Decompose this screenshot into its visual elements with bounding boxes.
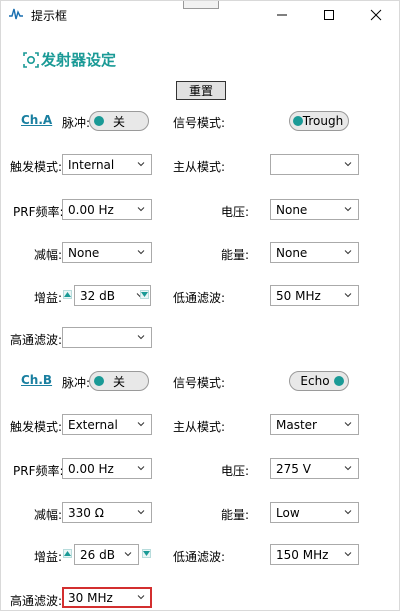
energy-label-a: 能量: bbox=[221, 248, 250, 262]
master-slave-select-b[interactable]: Master bbox=[270, 414, 359, 435]
highpass-select-b[interactable]: 30 MHz bbox=[62, 587, 152, 608]
gain-select-b[interactable]: 26 dB bbox=[74, 544, 139, 565]
minimize-button[interactable] bbox=[259, 1, 305, 28]
chevron-down-icon bbox=[137, 335, 145, 340]
trigger-mode-select-a[interactable]: Internal bbox=[62, 154, 152, 175]
signal-mode-toggle-b[interactable]: Echo bbox=[289, 371, 349, 391]
toggle-knob bbox=[334, 376, 344, 386]
gain-decrease-button-b[interactable] bbox=[63, 549, 72, 558]
prf-select-b[interactable]: 0.00 Hz bbox=[62, 458, 152, 479]
highpass-label-b: 高通滤波: bbox=[10, 594, 63, 608]
triangle-down-icon bbox=[143, 551, 150, 556]
master-slave-select-a[interactable] bbox=[270, 154, 359, 175]
chevron-down-icon bbox=[344, 422, 352, 427]
attenuation-select-b[interactable]: 330 Ω bbox=[62, 502, 152, 523]
chevron-down-icon bbox=[344, 510, 352, 515]
triangle-up-icon bbox=[64, 292, 71, 297]
highpass-select-a[interactable] bbox=[62, 327, 152, 348]
toggle-knob bbox=[94, 116, 104, 126]
pulse-label-a: 脉冲: bbox=[62, 116, 91, 130]
chevron-down-icon bbox=[137, 595, 145, 600]
toggle-knob bbox=[94, 376, 104, 386]
prf-select-a[interactable]: 0.00 Hz bbox=[62, 199, 152, 220]
master-slave-label-a: 主从模式: bbox=[173, 160, 226, 174]
attenuation-label-a: 减幅: bbox=[34, 248, 63, 262]
trigger-mode-select-b[interactable]: External bbox=[62, 414, 152, 435]
lowpass-label-a: 低通滤波: bbox=[173, 291, 226, 305]
voltage-select-b[interactable]: 275 V bbox=[270, 458, 359, 479]
attenuation-select-a[interactable]: None bbox=[62, 242, 152, 263]
chevron-down-icon bbox=[124, 552, 132, 557]
heading-title: 发射器设定 bbox=[41, 51, 117, 69]
voltage-label-a: 电压: bbox=[221, 205, 250, 219]
channel-b-label[interactable]: Ch.B bbox=[21, 373, 52, 387]
chevron-down-icon bbox=[344, 250, 352, 255]
gain-label-a: 增益: bbox=[34, 291, 63, 305]
attenuation-label-b: 减幅: bbox=[34, 508, 63, 522]
prf-label-a: PRF频率: bbox=[13, 205, 64, 219]
chevron-down-icon bbox=[137, 162, 145, 167]
toggle-knob bbox=[293, 116, 303, 126]
chevron-down-icon bbox=[344, 162, 352, 167]
gain-increase-button-b[interactable] bbox=[142, 549, 151, 558]
maximize-icon bbox=[324, 9, 334, 20]
chevron-down-icon bbox=[137, 422, 145, 427]
chevron-down-icon bbox=[137, 510, 145, 515]
signal-mode-toggle-a[interactable]: Trough bbox=[289, 111, 349, 131]
pulse-toggle-a[interactable]: 关 bbox=[89, 111, 149, 131]
maximize-button[interactable] bbox=[306, 1, 352, 28]
master-slave-label-b: 主从模式: bbox=[173, 420, 226, 434]
energy-label-b: 能量: bbox=[221, 508, 250, 522]
close-icon bbox=[370, 9, 382, 20]
gain-increase-button-a[interactable] bbox=[140, 290, 149, 299]
pulse-label-b: 脉冲: bbox=[62, 376, 91, 390]
signal-mode-label-a: 信号模式: bbox=[173, 116, 226, 130]
triangle-down-icon bbox=[141, 292, 148, 297]
lowpass-label-b: 低通滤波: bbox=[173, 550, 226, 564]
prf-label-b: PRF频率: bbox=[13, 464, 64, 478]
chevron-down-icon bbox=[344, 293, 352, 298]
drag-handle[interactable] bbox=[183, 1, 219, 9]
energy-select-a[interactable]: None bbox=[270, 242, 359, 263]
dialog-window: 提示框 发射器设定 重置 Ch.A 脉冲: 关 信号模式: Trough 触发模… bbox=[0, 0, 400, 611]
highpass-label-a: 高通滤波: bbox=[10, 333, 63, 347]
window-title: 提示框 bbox=[31, 9, 68, 23]
title-bar[interactable]: 提示框 bbox=[1, 1, 399, 28]
chevron-down-icon bbox=[344, 552, 352, 557]
minimize-icon bbox=[277, 14, 287, 15]
lowpass-select-b[interactable]: 150 MHz bbox=[270, 544, 359, 565]
energy-select-b[interactable]: Low bbox=[270, 502, 359, 523]
gain-label-b: 增益: bbox=[34, 550, 63, 564]
voltage-label-b: 电压: bbox=[221, 464, 250, 478]
lowpass-select-a[interactable]: 50 MHz bbox=[270, 285, 359, 306]
chevron-down-icon bbox=[344, 466, 352, 471]
gain-decrease-button-a[interactable] bbox=[63, 290, 72, 299]
channel-a-label[interactable]: Ch.A bbox=[21, 113, 52, 127]
waveform-icon bbox=[9, 8, 23, 20]
pulse-toggle-b[interactable]: 关 bbox=[89, 371, 149, 391]
section-heading: 发射器设定 bbox=[23, 49, 116, 70]
reset-button[interactable]: 重置 bbox=[176, 81, 226, 100]
radar-target-icon bbox=[23, 51, 39, 68]
chevron-down-icon bbox=[344, 207, 352, 212]
trigger-mode-label-b: 触发模式: bbox=[10, 420, 63, 434]
chevron-down-icon bbox=[137, 207, 145, 212]
chevron-down-icon bbox=[137, 250, 145, 255]
voltage-select-a[interactable]: None bbox=[270, 199, 359, 220]
chevron-down-icon bbox=[137, 466, 145, 471]
signal-mode-label-b: 信号模式: bbox=[173, 376, 226, 390]
triangle-up-icon bbox=[64, 551, 71, 556]
trigger-mode-label-a: 触发模式: bbox=[10, 160, 63, 174]
close-button[interactable] bbox=[353, 1, 399, 28]
